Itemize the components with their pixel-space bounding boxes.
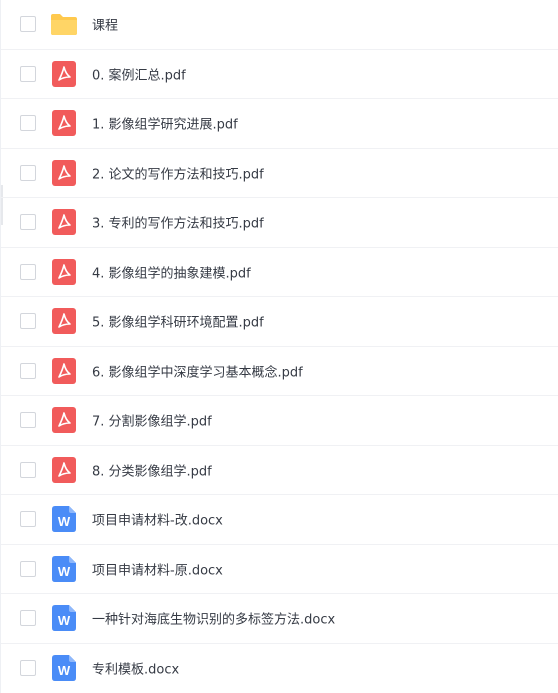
list-item[interactable]: 5. 影像组学科研环境配置.pdf: [1, 297, 558, 347]
pdf-icon: [52, 308, 76, 335]
list-item[interactable]: 8. 分类影像组学.pdf: [1, 446, 558, 495]
row-checkbox[interactable]: [20, 65, 36, 82]
list-item[interactable]: W 专利模板.docx: [1, 644, 558, 693]
pdf-icon: [52, 357, 76, 384]
file-list: 课程 0. 案例汇总.pdf 1. 影像组学研究进展.pdf 2. 论文的写作方…: [0, 0, 558, 693]
word-icon: W: [52, 605, 76, 632]
file-name[interactable]: 2. 论文的写作方法和技巧.pdf: [92, 163, 264, 182]
row-checkbox[interactable]: [20, 560, 36, 577]
list-item[interactable]: 课程: [1, 0, 558, 50]
file-name[interactable]: 7. 分割影像组学.pdf: [92, 411, 212, 430]
row-checkbox[interactable]: [20, 610, 36, 627]
list-item[interactable]: 3. 专利的写作方法和技巧.pdf: [1, 198, 558, 248]
word-icon: W: [52, 555, 76, 582]
row-checkbox[interactable]: [20, 214, 36, 231]
row-checkbox[interactable]: [20, 362, 36, 379]
row-checkbox[interactable]: [20, 164, 36, 181]
pdf-icon: [52, 110, 76, 137]
file-name[interactable]: 4. 影像组学的抽象建模.pdf: [92, 262, 251, 281]
svg-text:W: W: [58, 514, 71, 529]
list-item[interactable]: 4. 影像组学的抽象建模.pdf: [1, 248, 558, 297]
file-name[interactable]: 课程: [92, 15, 118, 34]
row-checkbox[interactable]: [20, 263, 36, 280]
row-checkbox[interactable]: [20, 660, 36, 677]
pdf-icon: [52, 407, 76, 434]
word-icon: W: [52, 655, 76, 682]
list-item[interactable]: 2. 论文的写作方法和技巧.pdf: [1, 149, 558, 198]
row-checkbox[interactable]: [20, 511, 36, 528]
row-checkbox[interactable]: [20, 313, 36, 330]
file-name[interactable]: 6. 影像组学中深度学习基本概念.pdf: [92, 361, 303, 380]
svg-text:W: W: [58, 564, 71, 579]
pdf-icon: [52, 258, 76, 285]
file-name[interactable]: 5. 影像组学科研环境配置.pdf: [92, 312, 264, 331]
file-name[interactable]: 8. 分类影像组学.pdf: [92, 460, 212, 479]
list-item[interactable]: 6. 影像组学中深度学习基本概念.pdf: [1, 347, 558, 396]
file-name[interactable]: 专利模板.docx: [92, 659, 179, 678]
row-checkbox[interactable]: [20, 412, 36, 429]
file-name[interactable]: 项目申请材料-改.docx: [92, 510, 223, 529]
list-item[interactable]: 0. 案例汇总.pdf: [1, 50, 558, 99]
list-item[interactable]: W 项目申请材料-改.docx: [1, 495, 558, 545]
pdf-icon: [52, 209, 76, 236]
folder-icon: [51, 11, 77, 37]
file-name[interactable]: 3. 专利的写作方法和技巧.pdf: [92, 213, 264, 232]
list-item[interactable]: W 一种针对海底生物识别的多标签方法.docx: [1, 594, 558, 644]
pdf-icon: [52, 60, 76, 87]
row-checkbox[interactable]: [20, 461, 36, 478]
row-checkbox[interactable]: [20, 115, 36, 132]
file-name[interactable]: 项目申请材料-原.docx: [92, 559, 223, 578]
list-item[interactable]: 7. 分割影像组学.pdf: [1, 396, 558, 446]
svg-text:W: W: [58, 613, 71, 628]
file-name[interactable]: 1. 影像组学研究进展.pdf: [92, 114, 238, 133]
list-item[interactable]: W 项目申请材料-原.docx: [1, 545, 558, 594]
list-item[interactable]: 1. 影像组学研究进展.pdf: [1, 99, 558, 149]
svg-text:W: W: [58, 663, 71, 678]
file-name[interactable]: 0. 案例汇总.pdf: [92, 64, 186, 83]
word-icon: W: [52, 506, 76, 533]
pdf-icon: [52, 456, 76, 483]
row-checkbox[interactable]: [20, 16, 36, 33]
pdf-icon: [52, 159, 76, 186]
file-name[interactable]: 一种针对海底生物识别的多标签方法.docx: [92, 609, 335, 628]
